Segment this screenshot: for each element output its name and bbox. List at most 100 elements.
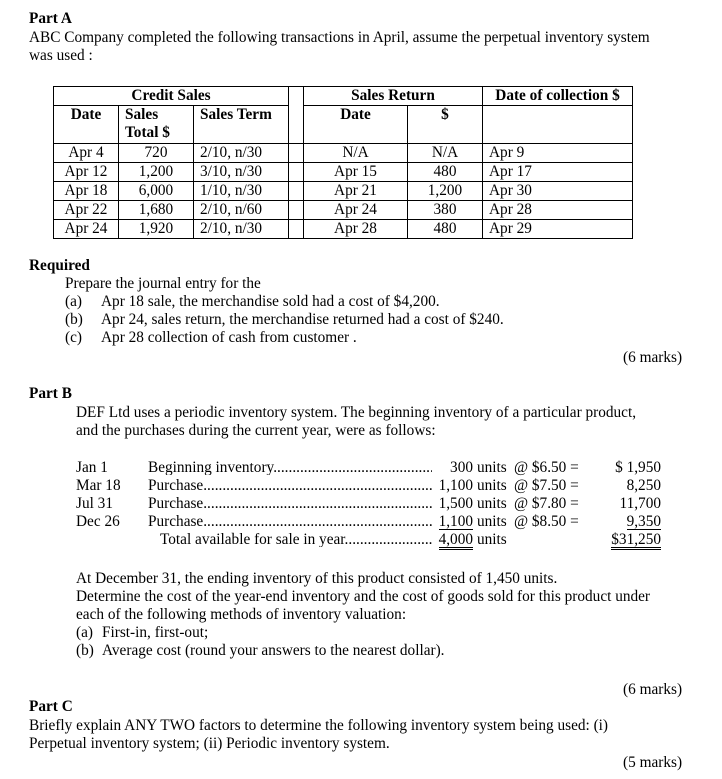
cell-separator (288, 181, 304, 201)
inventory-unit-price: @ $7.80 = (514, 495, 579, 512)
table-row: Apr 24 1,920 2/10, n/30 Apr 28 480 Apr 2… (53, 219, 633, 239)
cell-sales-total: 1,920 (118, 219, 194, 239)
inventory-units-wrap: 1,500 (433, 496, 473, 511)
part-a-heading: Part A (29, 10, 72, 27)
cell-collection-date: Apr 17 (482, 162, 633, 182)
table-column-header-row: Date Sales Total $ Sales Term Date $ (53, 105, 633, 144)
cell-return-amount: 480 (407, 162, 483, 182)
part-a-intro-line-1: ABC Company completed the following tran… (29, 29, 650, 46)
cell-separator (288, 162, 304, 182)
inventory-units-suffix: units (477, 495, 507, 512)
cell-date: Apr 4 (53, 143, 119, 163)
cell-return-amount: 480 (407, 219, 483, 239)
leader-dots: ........................................… (203, 514, 432, 530)
inventory-date: Jul 31 (76, 495, 113, 512)
cell-date: Apr 12 (53, 162, 119, 182)
cell-collection-date: Apr 28 (482, 200, 633, 220)
part-a-marks: (6 marks) (623, 349, 683, 366)
cell-collection-date: Apr 29 (482, 219, 633, 239)
table-group-header-row: Credit Sales Sales Return Date of collec… (53, 86, 633, 144)
part-c-line-1: Briefly explain ANY TWO factors to deter… (29, 717, 609, 734)
header-sales-total: Sales Total $ (118, 105, 194, 144)
part-b-body-line-2: Determine the cost of the year-end inven… (76, 588, 651, 605)
header-sales-term: Sales Term (193, 105, 289, 144)
inventory-cost: 11,700 (619, 495, 662, 512)
inventory-date: Mar 18 (76, 477, 121, 494)
inventory-total-label: Total available for sale in year........… (160, 532, 432, 547)
required-item-text: Apr 24, sales return, the merchandise re… (101, 311, 504, 328)
method-item-label: (a) (76, 624, 93, 641)
inventory-cost-wrap: 9,350 (600, 514, 661, 530)
inventory-label: Beginning inventory.....................… (148, 460, 432, 475)
header-return-date: Date (303, 105, 408, 144)
header-sales-total-line-2: Total $ (125, 124, 170, 141)
part-c-line-2: Perpetual inventory system; (ii) Periodi… (29, 735, 390, 752)
inventory-label: Purchase................................… (148, 496, 432, 511)
cell-separator (288, 219, 304, 239)
inventory-cost-wrap: $ 1,950 (600, 460, 661, 475)
inventory-cost-wrap: 11,700 (600, 495, 662, 512)
inventory-total-units-wrap: 4,000 (433, 532, 473, 550)
cell-return-date: Apr 24 (303, 200, 408, 220)
inventory-label-text: Beginning inventory (148, 460, 274, 476)
cell-collection-date: Apr 9 (482, 143, 633, 163)
inventory-cost-wrap: 8,250 (600, 478, 661, 493)
cell-sales-term: 2/10, n/60 (193, 200, 289, 220)
cell-sales-total: 1,680 (118, 200, 194, 220)
leader-dots: ........................................… (273, 460, 432, 476)
part-b-intro-line-2: and the purchases during the current yea… (76, 422, 436, 439)
cell-return-date: Apr 15 (303, 162, 408, 182)
inventory-total-cost-wrap: $31,250 (600, 532, 661, 550)
cell-collection-date: Apr 30 (482, 181, 633, 201)
inventory-units: 1,100 (438, 513, 473, 530)
leader-dots: ........................................… (203, 496, 432, 512)
required-item-text: Apr 28 collection of cash from customer … (101, 329, 357, 346)
cell-date: Apr 24 (53, 219, 119, 239)
cell-return-date: N/A (303, 143, 408, 163)
part-c-marks: (5 marks) (623, 754, 683, 771)
cell-sales-total: 6,000 (118, 181, 194, 201)
inventory-label: Purchase................................… (148, 478, 432, 493)
inventory-cost: $ 1,950 (615, 459, 661, 476)
leader-dots: ........................................… (344, 532, 432, 548)
required-item-label: (a) (65, 293, 82, 310)
cell-separator (288, 200, 304, 220)
inventory-date: Jan 1 (76, 459, 108, 476)
cell-sales-total: 720 (118, 143, 194, 163)
credit-sales-table: Credit Sales Sales Return Date of collec… (53, 86, 633, 239)
inventory-cost: 8,250 (626, 477, 661, 494)
cell-return-date: Apr 28 (303, 219, 408, 239)
header-credit-sales: Credit Sales (53, 86, 289, 106)
inventory-label-text: Purchase (148, 514, 204, 530)
required-item-text: Apr 18 sale, the merchandise sold had a … (101, 293, 440, 310)
part-b-heading: Part B (29, 385, 72, 402)
header-date-of-collection: Date of collection $ (482, 86, 633, 106)
part-b-intro-line-1: DEF Ltd uses a periodic inventory system… (76, 404, 637, 421)
cell-return-date: Apr 21 (303, 181, 408, 201)
inventory-total-label-text: Total available for sale in year (160, 532, 345, 548)
required-heading: Required (29, 257, 90, 274)
inventory-total-units: 4,000 (438, 531, 473, 550)
cell-date: Apr 22 (53, 200, 119, 220)
cell-date: Apr 18 (53, 181, 119, 201)
inventory-total-cost: $31,250 (611, 531, 661, 550)
cell-return-amount: 1,200 (407, 181, 483, 201)
inventory-unit-price: @ $7.50 = (514, 477, 579, 494)
inventory-units-suffix: units (477, 459, 507, 476)
inventory-label-text: Purchase (148, 478, 204, 494)
header-date: Date (53, 105, 119, 144)
header-collection-empty (482, 105, 633, 144)
separator-column (288, 86, 304, 144)
inventory-units-suffix: units (477, 477, 507, 494)
inventory-unit-price: @ $8.50 = (514, 513, 579, 530)
table-row: Apr 4 720 2/10, n/30 N/A N/A Apr 9 (53, 143, 633, 163)
inventory-units-suffix: units (477, 513, 507, 530)
inventory-label: Purchase................................… (148, 514, 432, 529)
part-c-heading: Part C (29, 698, 73, 715)
required-item-label: (c) (65, 329, 82, 346)
inventory-units: 1,500 (438, 495, 473, 512)
cell-separator (288, 143, 304, 163)
table-row: Apr 18 6,000 1/10, n/30 Apr 21 1,200 Apr… (53, 181, 633, 201)
cell-sales-term: 2/10, n/30 (193, 143, 289, 163)
cell-return-amount: N/A (407, 143, 483, 163)
